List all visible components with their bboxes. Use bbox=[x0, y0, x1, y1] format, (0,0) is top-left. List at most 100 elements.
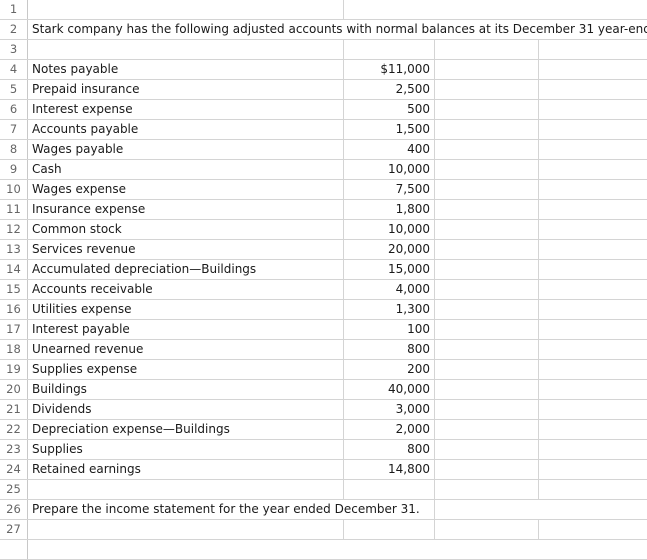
cell-balance[interactable]: 400 bbox=[344, 140, 435, 159]
cell-empty[interactable] bbox=[435, 480, 539, 499]
cell-empty[interactable] bbox=[539, 260, 647, 279]
cell-account-name[interactable]: Depreciation expense—Buildings bbox=[28, 420, 344, 439]
cell-empty[interactable] bbox=[539, 200, 647, 219]
cell-empty[interactable] bbox=[435, 160, 539, 179]
cell-account-name[interactable]: Stark company has the following adjusted… bbox=[28, 20, 647, 39]
cell-account-name[interactable]: Accounts receivable bbox=[28, 280, 344, 299]
cell-balance[interactable]: 3,000 bbox=[344, 400, 435, 419]
row-header[interactable]: 4 bbox=[0, 60, 28, 79]
cell-empty[interactable] bbox=[435, 80, 539, 99]
cell-balance[interactable]: 1,800 bbox=[344, 200, 435, 219]
cell-empty[interactable] bbox=[539, 180, 647, 199]
cell-account-name[interactable]: Wages payable bbox=[28, 140, 344, 159]
cell-empty[interactable] bbox=[539, 40, 647, 59]
cell-account-name[interactable]: Services revenue bbox=[28, 240, 344, 259]
row-header[interactable]: 22 bbox=[0, 420, 28, 439]
cell-empty[interactable] bbox=[435, 300, 539, 319]
cell-balance[interactable]: 100 bbox=[344, 320, 435, 339]
cell-empty[interactable] bbox=[435, 380, 539, 399]
row-header[interactable]: 18 bbox=[0, 340, 28, 359]
row-header[interactable]: 14 bbox=[0, 260, 28, 279]
cell-empty[interactable] bbox=[539, 220, 647, 239]
cell-empty[interactable] bbox=[539, 320, 647, 339]
cell-empty[interactable] bbox=[539, 80, 647, 99]
cell-empty[interactable] bbox=[539, 500, 647, 519]
row-header[interactable]: 21 bbox=[0, 400, 28, 419]
row-header[interactable]: 20 bbox=[0, 380, 28, 399]
cell-balance[interactable]: 10,000 bbox=[344, 220, 435, 239]
cell-empty[interactable] bbox=[539, 0, 647, 19]
cell-balance[interactable]: 800 bbox=[344, 340, 435, 359]
cell-account-name[interactable]: Accumulated depreciation—Buildings bbox=[28, 260, 344, 279]
row-header[interactable]: 17 bbox=[0, 320, 28, 339]
row-header[interactable]: 9 bbox=[0, 160, 28, 179]
cell-account-name[interactable] bbox=[28, 40, 344, 59]
cell-empty[interactable] bbox=[539, 480, 647, 499]
row-header[interactable]: 19 bbox=[0, 360, 28, 379]
cell-balance[interactable]: 40,000 bbox=[344, 380, 435, 399]
row-header[interactable]: 26 bbox=[0, 500, 28, 519]
row-header[interactable]: 15 bbox=[0, 280, 28, 299]
cell-empty[interactable] bbox=[435, 200, 539, 219]
cell-empty[interactable] bbox=[435, 140, 539, 159]
cell-empty[interactable] bbox=[435, 320, 539, 339]
cell-account-name[interactable]: Dividends bbox=[28, 400, 344, 419]
row-header[interactable]: 23 bbox=[0, 440, 28, 459]
row-header[interactable]: 2 bbox=[0, 20, 28, 39]
cell-balance[interactable]: 200 bbox=[344, 360, 435, 379]
cell-account-name[interactable]: Utilities expense bbox=[28, 300, 344, 319]
cell-balance[interactable]: 500 bbox=[344, 100, 435, 119]
row-header[interactable]: 10 bbox=[0, 180, 28, 199]
cell-account-name[interactable]: Retained earnings bbox=[28, 460, 344, 479]
cell-empty[interactable] bbox=[435, 440, 539, 459]
cell-empty[interactable] bbox=[435, 0, 539, 19]
row-header[interactable]: 7 bbox=[0, 120, 28, 139]
row-header[interactable]: 12 bbox=[0, 220, 28, 239]
cell-account-name[interactable]: Common stock bbox=[28, 220, 344, 239]
cell-balance[interactable]: 1,500 bbox=[344, 120, 435, 139]
cell-balance[interactable]: 7,500 bbox=[344, 180, 435, 199]
cell-empty[interactable] bbox=[539, 360, 647, 379]
cell-balance[interactable]: 2,000 bbox=[344, 420, 435, 439]
cell-balance[interactable] bbox=[344, 520, 435, 539]
cell-balance[interactable]: 14,800 bbox=[344, 460, 435, 479]
cell-balance[interactable]: 20,000 bbox=[344, 240, 435, 259]
cell-empty[interactable] bbox=[539, 340, 647, 359]
row-header[interactable]: 8 bbox=[0, 140, 28, 159]
cell-account-name[interactable]: Accounts payable bbox=[28, 120, 344, 139]
cell-empty[interactable] bbox=[539, 520, 647, 539]
cell-empty[interactable] bbox=[435, 400, 539, 419]
cell-account-name[interactable]: Buildings bbox=[28, 380, 344, 399]
cell-empty[interactable] bbox=[435, 500, 539, 519]
cell-account-name[interactable]: Prepare the income statement for the yea… bbox=[28, 500, 420, 519]
cell-account-name[interactable]: Unearned revenue bbox=[28, 340, 344, 359]
cell-account-name[interactable]: Supplies expense bbox=[28, 360, 344, 379]
row-header[interactable]: 6 bbox=[0, 100, 28, 119]
row-header[interactable] bbox=[0, 540, 28, 559]
cell-empty[interactable] bbox=[435, 520, 539, 539]
cell-balance[interactable]: 15,000 bbox=[344, 260, 435, 279]
cell-empty[interactable] bbox=[539, 460, 647, 479]
cell-account-name[interactable] bbox=[28, 520, 344, 539]
cell-account-name[interactable] bbox=[28, 480, 344, 499]
cell-account-name[interactable]: Cash bbox=[28, 160, 344, 179]
cell-empty[interactable] bbox=[435, 460, 539, 479]
cell-account-name[interactable]: Insurance expense bbox=[28, 200, 344, 219]
cell-empty[interactable] bbox=[539, 100, 647, 119]
cell-empty[interactable] bbox=[539, 420, 647, 439]
cell-empty[interactable] bbox=[435, 180, 539, 199]
cell-account-name[interactable]: Wages expense bbox=[28, 180, 344, 199]
cell-empty[interactable] bbox=[539, 380, 647, 399]
cell-empty[interactable] bbox=[539, 140, 647, 159]
cell-empty[interactable] bbox=[435, 280, 539, 299]
cell-account-name[interactable]: Prepaid insurance bbox=[28, 80, 344, 99]
cell-empty[interactable] bbox=[435, 360, 539, 379]
cell-empty[interactable] bbox=[539, 160, 647, 179]
row-header[interactable]: 25 bbox=[0, 480, 28, 499]
cell-account-name[interactable] bbox=[28, 0, 344, 19]
cell-empty[interactable] bbox=[435, 340, 539, 359]
cell-balance[interactable]: 1,300 bbox=[344, 300, 435, 319]
cell-account-name[interactable]: Interest payable bbox=[28, 320, 344, 339]
row-header[interactable]: 1 bbox=[0, 0, 28, 19]
cell-empty[interactable] bbox=[539, 120, 647, 139]
